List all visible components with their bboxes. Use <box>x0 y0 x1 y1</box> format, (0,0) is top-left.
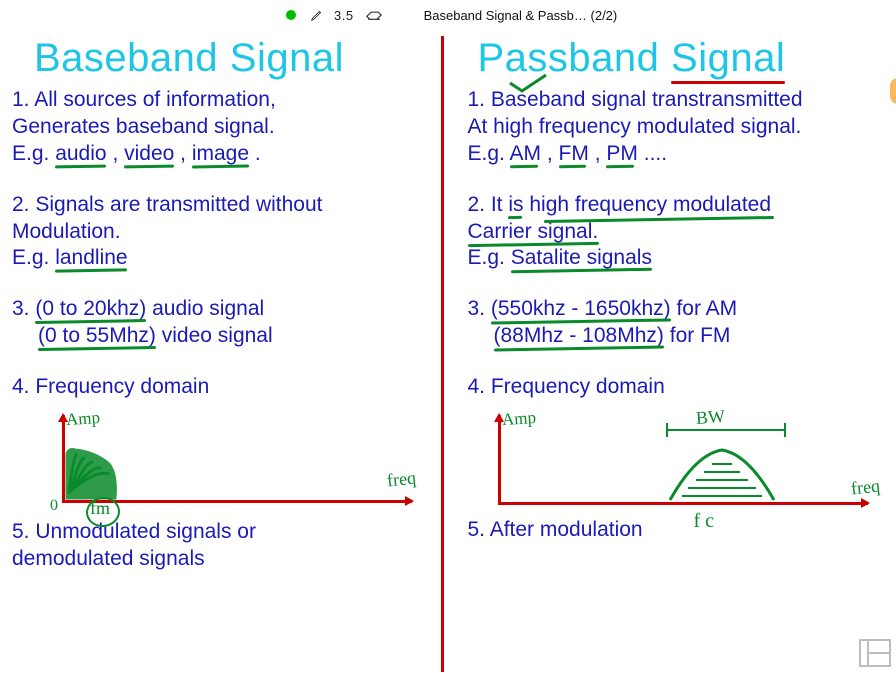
text: 2. Signals are transmitted without <box>12 193 323 216</box>
text: E.g. <box>468 246 511 269</box>
text: 3. <box>468 297 491 320</box>
x-axis <box>498 502 868 505</box>
text: , <box>595 142 607 165</box>
watermark-icon <box>858 638 892 668</box>
underline-image: image <box>192 142 249 165</box>
underline-audio: audio <box>55 142 106 165</box>
underline-am: AM <box>510 142 542 165</box>
amp-label: Amp <box>501 408 536 430</box>
text: Generates baseband signal. <box>12 115 275 138</box>
underline-range-video: (0 to 55Mhz) <box>38 324 156 347</box>
underline-video: video <box>124 142 174 165</box>
right-point-5: 5. After modulation <box>468 517 879 544</box>
text: for FM <box>670 324 731 347</box>
underline-satalite: Satalite signals <box>511 246 652 269</box>
underline-hfm <box>543 216 773 223</box>
baseband-spectrum <box>65 444 119 500</box>
left-point-1: 1. All sources of information, Generates… <box>12 87 423 168</box>
checkmark-icon <box>508 73 548 93</box>
underline-pm: PM <box>606 142 638 165</box>
right-point-2: 2. It is high frequency modulated Carrie… <box>468 192 879 273</box>
eraser-icon[interactable] <box>364 8 384 22</box>
y-axis <box>498 415 501 505</box>
right-point-3: 3. (550khz - 1650khz) for AM (88Mhz - 10… <box>468 296 879 350</box>
text: Modulation. <box>12 220 121 243</box>
passband-spectrum <box>666 444 778 502</box>
text: audio signal <box>152 297 264 320</box>
left-point-5: 5. Unmodulated signals or demodulated si… <box>12 519 423 573</box>
amp-label: Amp <box>65 408 100 430</box>
text: 2. It <box>468 193 509 216</box>
text: E.g. <box>12 142 55 165</box>
text: 5. Unmodulated signals or <box>12 520 256 543</box>
text: . <box>255 142 261 165</box>
zero-label: 0 <box>50 497 58 515</box>
color-dot[interactable] <box>286 10 296 20</box>
freq-label: freq <box>849 475 880 499</box>
text: 1. All sources of information, <box>12 88 276 111</box>
text: high frequency modulated <box>529 193 771 216</box>
underline-fm: FM <box>559 142 589 165</box>
passband-graph: Amp BW freq f c <box>478 415 868 511</box>
left-point-4: 4. Frequency domain <box>12 374 423 401</box>
text: 3. <box>12 297 35 320</box>
stroke-size[interactable]: 3.5 <box>334 8 354 23</box>
passband-column: Passband Signal 1. Baseband signal trans… <box>444 36 896 672</box>
bw-arrow <box>666 423 786 437</box>
text: , <box>180 142 192 165</box>
text: video signal <box>162 324 273 347</box>
right-point-1: 1. Baseband signal transtransmitted At h… <box>468 87 879 168</box>
right-point-4: 4. Frequency domain <box>468 374 879 401</box>
text: .... <box>644 142 667 165</box>
underline-signal: Signal <box>671 36 785 80</box>
underline-carrier: Carrier signal. <box>468 220 599 243</box>
content: Baseband Signal 1. All sources of inform… <box>0 36 896 672</box>
underline-am-range: (550khz - 1650khz) <box>491 297 671 320</box>
text: for AM <box>676 297 737 320</box>
pen-icon[interactable] <box>310 8 324 22</box>
underline-is: is <box>508 193 523 216</box>
doc-title: Baseband Signal & Passb… (2/2) <box>424 8 618 23</box>
text: , <box>112 142 124 165</box>
text: demodulated signals <box>12 547 205 570</box>
baseband-column: Baseband Signal 1. All sources of inform… <box>0 36 444 672</box>
freq-label: freq <box>386 467 417 491</box>
left-point-3: 3. (0 to 20khz) audio signal (0 to 55Mhz… <box>12 296 423 350</box>
baseband-title: Baseband Signal <box>34 36 423 81</box>
text: At high frequency modulated signal. <box>468 115 802 138</box>
text: E.g. <box>12 246 55 269</box>
baseband-graph: Amp 0 fm freq <box>42 415 412 509</box>
fc-label: f c <box>694 510 715 533</box>
text: E.g. <box>468 142 510 165</box>
underline-fm-range: (88Mhz - 108Mhz) <box>494 324 664 347</box>
underline-landline: landline <box>55 246 127 269</box>
toolbar: 3.5 Baseband Signal & Passb… (2/2) <box>0 4 896 26</box>
left-point-2: 2. Signals are transmitted without Modul… <box>12 192 423 273</box>
text: , <box>547 142 559 165</box>
underline-range-audio: (0 to 20khz) <box>35 297 146 320</box>
